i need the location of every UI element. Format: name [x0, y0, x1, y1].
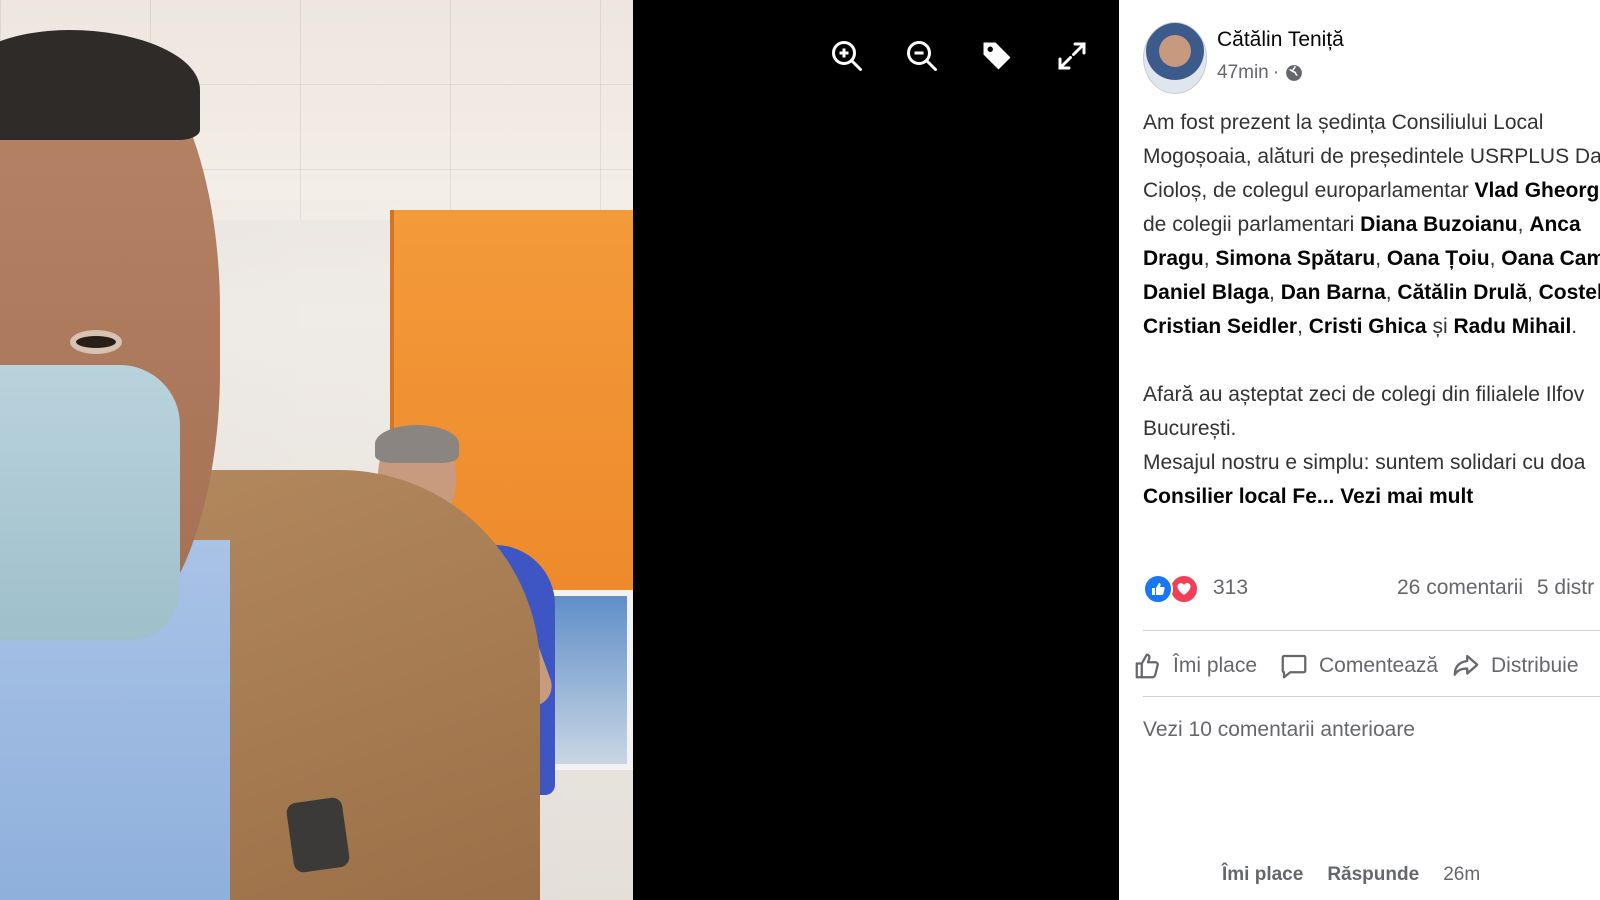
like-button[interactable]: Îmi place [1133, 644, 1257, 688]
tag-icon[interactable] [977, 36, 1017, 76]
mention-consilier-local[interactable]: Consilier local Fe [1143, 485, 1317, 508]
post-text-line: Dragu, Simona Spătaru, Oana Țoiu, Oana C… [1143, 242, 1600, 276]
post-text-fragment: de colegii parlamentari [1143, 213, 1361, 236]
mention-anca-dragu[interactable]: Anca [1529, 213, 1580, 236]
comment-reply-link[interactable]: Răspunde [1327, 864, 1419, 886]
mention-cristi-ghica[interactable]: Cristi Ghica [1309, 315, 1427, 338]
post-text-line: Mogoșoaia, alături de președintele USRPL… [1143, 145, 1600, 168]
post-text-fragment: , [1203, 247, 1216, 270]
post-text-fragment: . [1571, 315, 1578, 338]
mention-costel-v[interactable]: Costel V [1539, 281, 1600, 304]
post-text-line: de colegii parlamentari Diana Buzoianu, … [1143, 208, 1600, 242]
post-header: Cătălin Teniță 47min · [1143, 22, 1600, 94]
comment-actions: Îmi place Răspunde 26m [1222, 864, 1480, 886]
mention-vlad-gheorghe[interactable]: Vlad Gheorg [1475, 179, 1600, 202]
mention-dan-barna[interactable]: Dan Barna [1281, 281, 1386, 304]
author-name[interactable]: Cătălin Teniță [1217, 28, 1344, 52]
photo-bg-person-hair [375, 425, 459, 463]
post-text-line: Mesajul nostru e simplu: suntem solidari… [1143, 451, 1586, 474]
comment-button[interactable]: Comentează [1279, 644, 1438, 688]
see-more-link[interactable]: Vezi mai mult [1340, 485, 1473, 508]
comment-icon [1281, 654, 1307, 679]
post-text-fragment: , [1269, 281, 1281, 304]
post-text-fragment: , [1526, 281, 1539, 304]
post-photo [0, 0, 633, 900]
thumbs-up-icon [1135, 653, 1159, 679]
post-text: Am fost prezent la ședința Consiliului L… [1143, 106, 1600, 514]
divider [1143, 696, 1600, 697]
mention-radu-mihail[interactable]: Radu Mihail [1453, 315, 1571, 338]
comment-like-link[interactable]: Îmi place [1222, 864, 1303, 886]
post-time[interactable]: 47min [1217, 62, 1269, 84]
post-text-fragment: Cioloș, de colegul europarlamentar [1143, 179, 1475, 202]
post-text-fragment: , [1375, 247, 1387, 270]
mention-cristian-seidler[interactable]: Cristian Seidler [1143, 315, 1297, 338]
post-text-line: București. [1143, 417, 1237, 440]
fullscreen-icon[interactable] [1052, 36, 1092, 76]
post-text-line: Daniel Blaga, Dan Barna, Cătălin Drulă, … [1143, 276, 1600, 310]
photo-fg-badge [285, 796, 351, 874]
photo-fg-eye [70, 330, 122, 354]
post-meta: 47min · [1217, 62, 1303, 84]
reaction-count[interactable]: 313 [1213, 576, 1248, 600]
post-text-fragment: , [1517, 213, 1530, 236]
photo-fg-mask [0, 365, 180, 640]
photo-viewer-background [633, 0, 1119, 900]
post-text-line: Afară au așteptat zeci de colegi din fil… [1143, 383, 1585, 406]
meta-separator: · [1272, 62, 1280, 83]
post-text-line: Consilier local Fe... Vezi mai mult [1143, 480, 1600, 514]
view-previous-comments-link[interactable]: Vezi 10 comentarii anterioare [1143, 718, 1415, 742]
love-reaction-icon[interactable] [1169, 574, 1199, 604]
share-count[interactable]: 5 distr [1537, 576, 1594, 599]
share-button-label: Distribuie [1491, 654, 1579, 677]
like-reaction-icon[interactable] [1143, 574, 1173, 604]
comment-time[interactable]: 26m [1443, 864, 1480, 886]
post-text-fragment: , [1297, 315, 1309, 338]
post-stats: 26 comentarii 5 distr [1397, 576, 1594, 600]
comment-count[interactable]: 26 comentarii [1397, 576, 1523, 599]
comment-button-label: Comentează [1319, 654, 1439, 677]
post-text-fragment: , [1489, 247, 1502, 270]
post-text-line: Cristian Seidler, Cristi Ghica și Radu M… [1143, 310, 1600, 344]
share-button[interactable]: Distribuie [1451, 644, 1579, 688]
mention-oana-cambera[interactable]: Oana Camb [1501, 247, 1600, 270]
globe-icon[interactable] [1285, 64, 1303, 82]
post-text-line: Am fost prezent la ședința Consiliului L… [1143, 111, 1544, 134]
mention-diana-buzoianu[interactable]: Diana Buzoianu [1360, 213, 1518, 236]
mention-simona-spataru[interactable]: Simona Spătaru [1215, 247, 1375, 270]
post-text-fragment: ... [1316, 485, 1341, 508]
reactions-summary: 313 26 comentarii 5 distr [1143, 574, 1600, 610]
post-actions: Îmi place Comentează Distribuie [1133, 644, 1600, 688]
mention-daniel-blaga[interactable]: Daniel Blaga [1143, 281, 1269, 304]
mention-catalin-drula[interactable]: Cătălin Drulă [1397, 281, 1527, 304]
post-text-fragment: , [1385, 281, 1398, 304]
post-text-line: Cioloș, de colegul europarlamentar Vlad … [1143, 174, 1600, 208]
share-icon [1453, 654, 1479, 676]
mention-anca-dragu[interactable]: Dragu [1143, 247, 1204, 270]
avatar[interactable] [1143, 22, 1207, 94]
divider [1143, 630, 1600, 631]
mention-oana-toiu[interactable]: Oana Țoiu [1387, 247, 1490, 270]
zoom-out-icon[interactable] [902, 36, 942, 76]
like-button-label: Îmi place [1173, 654, 1258, 677]
post-side-panel: Cătălin Teniță 47min · Am fost prezent l… [1119, 0, 1600, 900]
post-text-fragment: și [1426, 315, 1454, 338]
zoom-in-icon[interactable] [827, 36, 867, 76]
